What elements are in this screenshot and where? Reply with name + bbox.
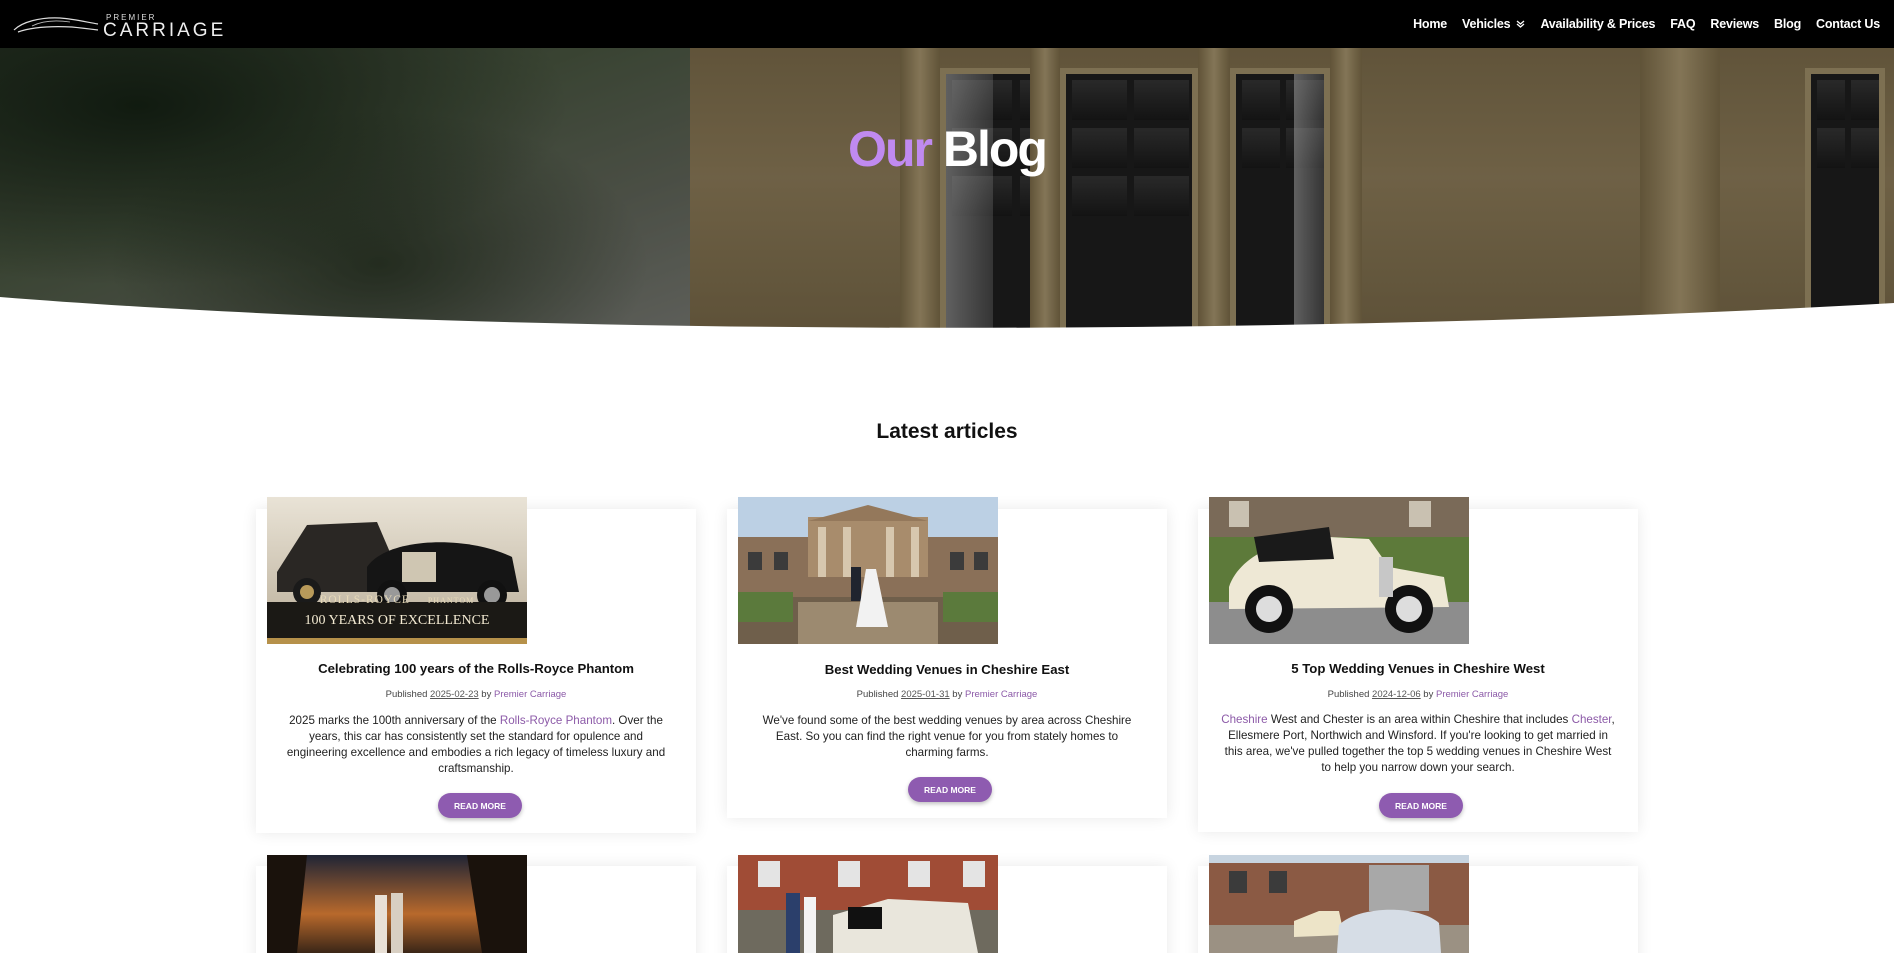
excerpt-line: craftsmanship.: [438, 762, 514, 775]
read-more-button[interactable]: READ MORE: [1379, 793, 1463, 818]
post-meta: Published 2024-12-06 by Premier Carriage: [1198, 689, 1638, 700]
post-thumbnail[interactable]: [738, 855, 998, 953]
nav-reviews[interactable]: Reviews: [1710, 17, 1759, 31]
excerpt-text: . Over the: [611, 714, 663, 727]
post-thumbnail[interactable]: [1209, 855, 1469, 953]
post-author-link[interactable]: Premier Carriage: [1436, 689, 1508, 700]
premier-carriage-logo[interactable]: PREMIER CARRIAGE: [12, 12, 223, 41]
excerpt-line: engineering excellence and embodies a ri…: [286, 746, 666, 759]
thumbnail-caption-brand: ROLLS-ROYCE: [319, 594, 410, 606]
page-title-accent: Our: [848, 121, 933, 177]
main-menu: Home Vehicles Availability & Prices FAQ …: [1413, 0, 1880, 48]
chester-link[interactable]: Chester: [1572, 713, 1612, 726]
excerpt-text: West and Chester is an area within Chesh…: [1267, 713, 1572, 726]
wedding-car-couple-image: [738, 855, 998, 953]
by-label: by: [1423, 689, 1434, 700]
post-title[interactable]: Celebrating 100 years of the Rolls-Royce…: [256, 661, 696, 676]
post-excerpt: 2025 marks the 100th anniversary of the …: [266, 713, 686, 777]
post-thumbnail-rolls-royce[interactable]: ROLLS-ROYCE PHANTOM 100 YEARS OF EXCELLE…: [267, 497, 527, 644]
post-author-link[interactable]: Premier Carriage: [494, 689, 566, 700]
nav-vehicles-label: Vehicles: [1462, 17, 1511, 31]
hero-banner: Our Blog: [0, 48, 1894, 336]
excerpt-text: ,: [1611, 713, 1615, 726]
post-meta: Published 2025-02-23 by Premier Carriage: [256, 689, 696, 700]
excerpt-text: 2025 marks the 100th anniversary of the: [289, 714, 500, 727]
page-title: Our Blog: [0, 120, 1894, 178]
nav-home[interactable]: Home: [1413, 17, 1447, 31]
manor-house-car-image: [1209, 855, 1469, 953]
post-excerpt: Cheshire West and Chester is an area wit…: [1208, 712, 1628, 776]
excerpt-line: Cheshire West and Chester is an area wit…: [1208, 712, 1628, 728]
excerpt-line: Ellesmere Port, Northwich and Winsford. …: [1228, 729, 1608, 742]
excerpt-line: to help you narrow down your search.: [1321, 761, 1515, 774]
post-thumbnail-cheshire-east[interactable]: [738, 497, 998, 644]
post-author-link[interactable]: Premier Carriage: [965, 689, 1037, 700]
thumbnail-caption-model: PHANTOM: [427, 596, 475, 605]
read-more-button[interactable]: READ MORE: [908, 777, 992, 802]
excerpt-line: this area, we've pulled together the top…: [1224, 745, 1612, 758]
sunset-couple-image: [267, 855, 527, 953]
post-date: 2024-12-06: [1372, 689, 1421, 700]
nav-availability-prices[interactable]: Availability & Prices: [1540, 17, 1655, 31]
published-label: Published: [856, 689, 899, 700]
nav-blog[interactable]: Blog: [1774, 17, 1801, 31]
post-thumbnail[interactable]: [267, 855, 527, 953]
cheshire-link[interactable]: Cheshire: [1221, 713, 1267, 726]
by-label: by: [952, 689, 963, 700]
post-thumbnail-cheshire-west[interactable]: [1209, 497, 1469, 644]
published-label: Published: [385, 689, 428, 700]
by-label: by: [481, 689, 492, 700]
car-silhouette-icon: [13, 17, 99, 33]
published-label: Published: [1327, 689, 1370, 700]
nav-contact-us[interactable]: Contact Us: [1816, 17, 1880, 31]
thumbnail-caption-line1: ROLLS-ROYCE PHANTOM: [267, 594, 527, 606]
section-title: Latest articles: [876, 420, 1018, 443]
thumbnail-caption-line2: 100 YEARS OF EXCELLENCE: [304, 613, 490, 628]
post-excerpt: We've found some of the best wedding ven…: [737, 713, 1157, 761]
hero-curve-divider: [0, 297, 1894, 336]
read-more-button[interactable]: READ MORE: [438, 793, 522, 818]
post-title[interactable]: Best Wedding Venues in Cheshire East: [727, 662, 1167, 677]
logo-main-text: CARRIAGE: [103, 20, 227, 41]
excerpt-line: years, this car has consistently set the…: [309, 730, 643, 743]
chevron-down-icon: [1516, 17, 1525, 31]
page-title-main: Blog: [942, 121, 1048, 177]
post-title[interactable]: 5 Top Wedding Venues in Cheshire West: [1198, 661, 1638, 676]
excerpt-line: charming farms.: [905, 746, 989, 759]
wedding-venue-image: [738, 497, 998, 644]
post-meta: Published 2025-01-31 by Premier Carriage: [727, 689, 1167, 700]
hero-dark-overlay: [0, 48, 1894, 336]
post-date: 2025-01-31: [901, 689, 950, 700]
excerpt-line: We've found some of the best wedding ven…: [762, 714, 1132, 727]
top-navigation-bar: PREMIER CARRIAGE Home Vehicles Availabil…: [0, 0, 1894, 48]
nav-faq[interactable]: FAQ: [1670, 17, 1695, 31]
post-date: 2025-02-23: [430, 689, 479, 700]
nav-vehicles[interactable]: Vehicles: [1462, 17, 1525, 31]
excerpt-line: 2025 marks the 100th anniversary of the …: [266, 713, 686, 729]
vintage-car-image: [1209, 497, 1469, 644]
excerpt-line: East. So you can find the right venue fo…: [775, 730, 1119, 743]
rolls-royce-phantom-link[interactable]: Rolls-Royce Phantom: [500, 714, 612, 727]
